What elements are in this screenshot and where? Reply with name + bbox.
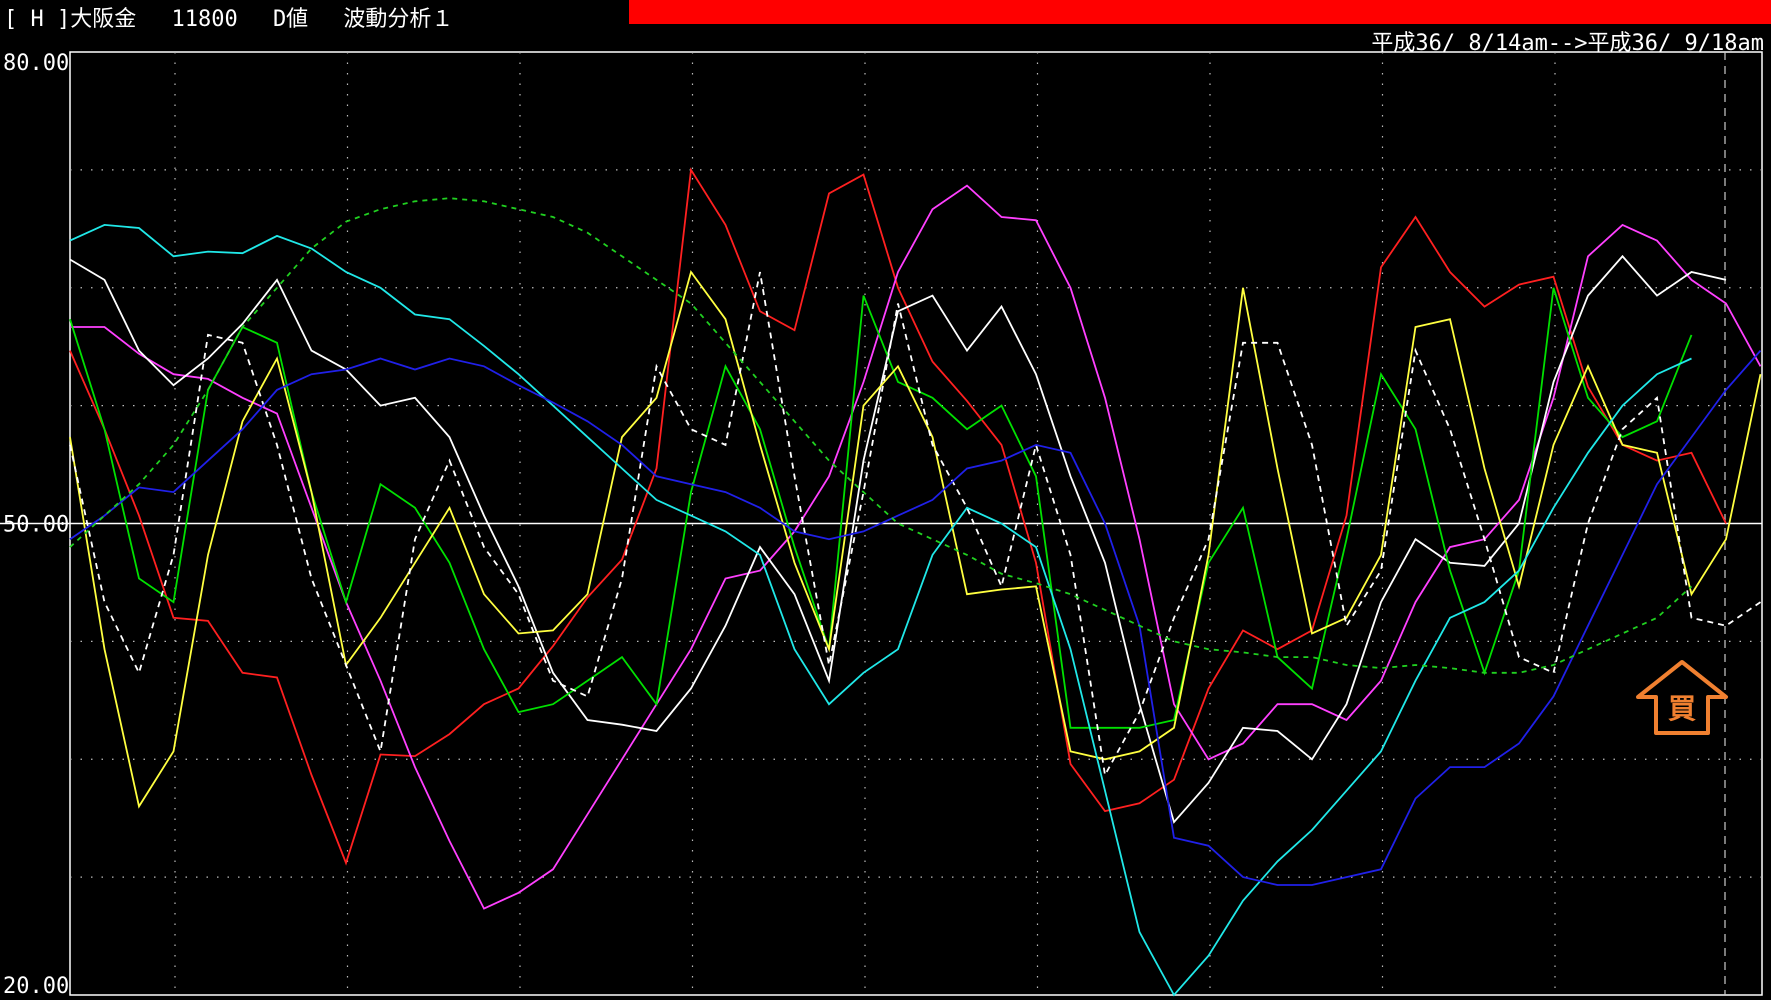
buy-signal: 買 — [1636, 660, 1728, 735]
chart-area[interactable]: 80.00 50.00 20.00 買 — [0, 0, 1771, 1000]
y-tick-label: 80.00 — [3, 51, 69, 76]
y-tick-label: 50.00 — [3, 513, 69, 538]
y-axis-labels: 80.00 50.00 20.00 — [3, 51, 69, 999]
series-line-2 — [69, 254, 1727, 824]
chart-series — [69, 167, 1762, 997]
y-tick-label: 20.00 — [3, 974, 69, 999]
buy-signal-label: 買 — [1668, 692, 1696, 725]
